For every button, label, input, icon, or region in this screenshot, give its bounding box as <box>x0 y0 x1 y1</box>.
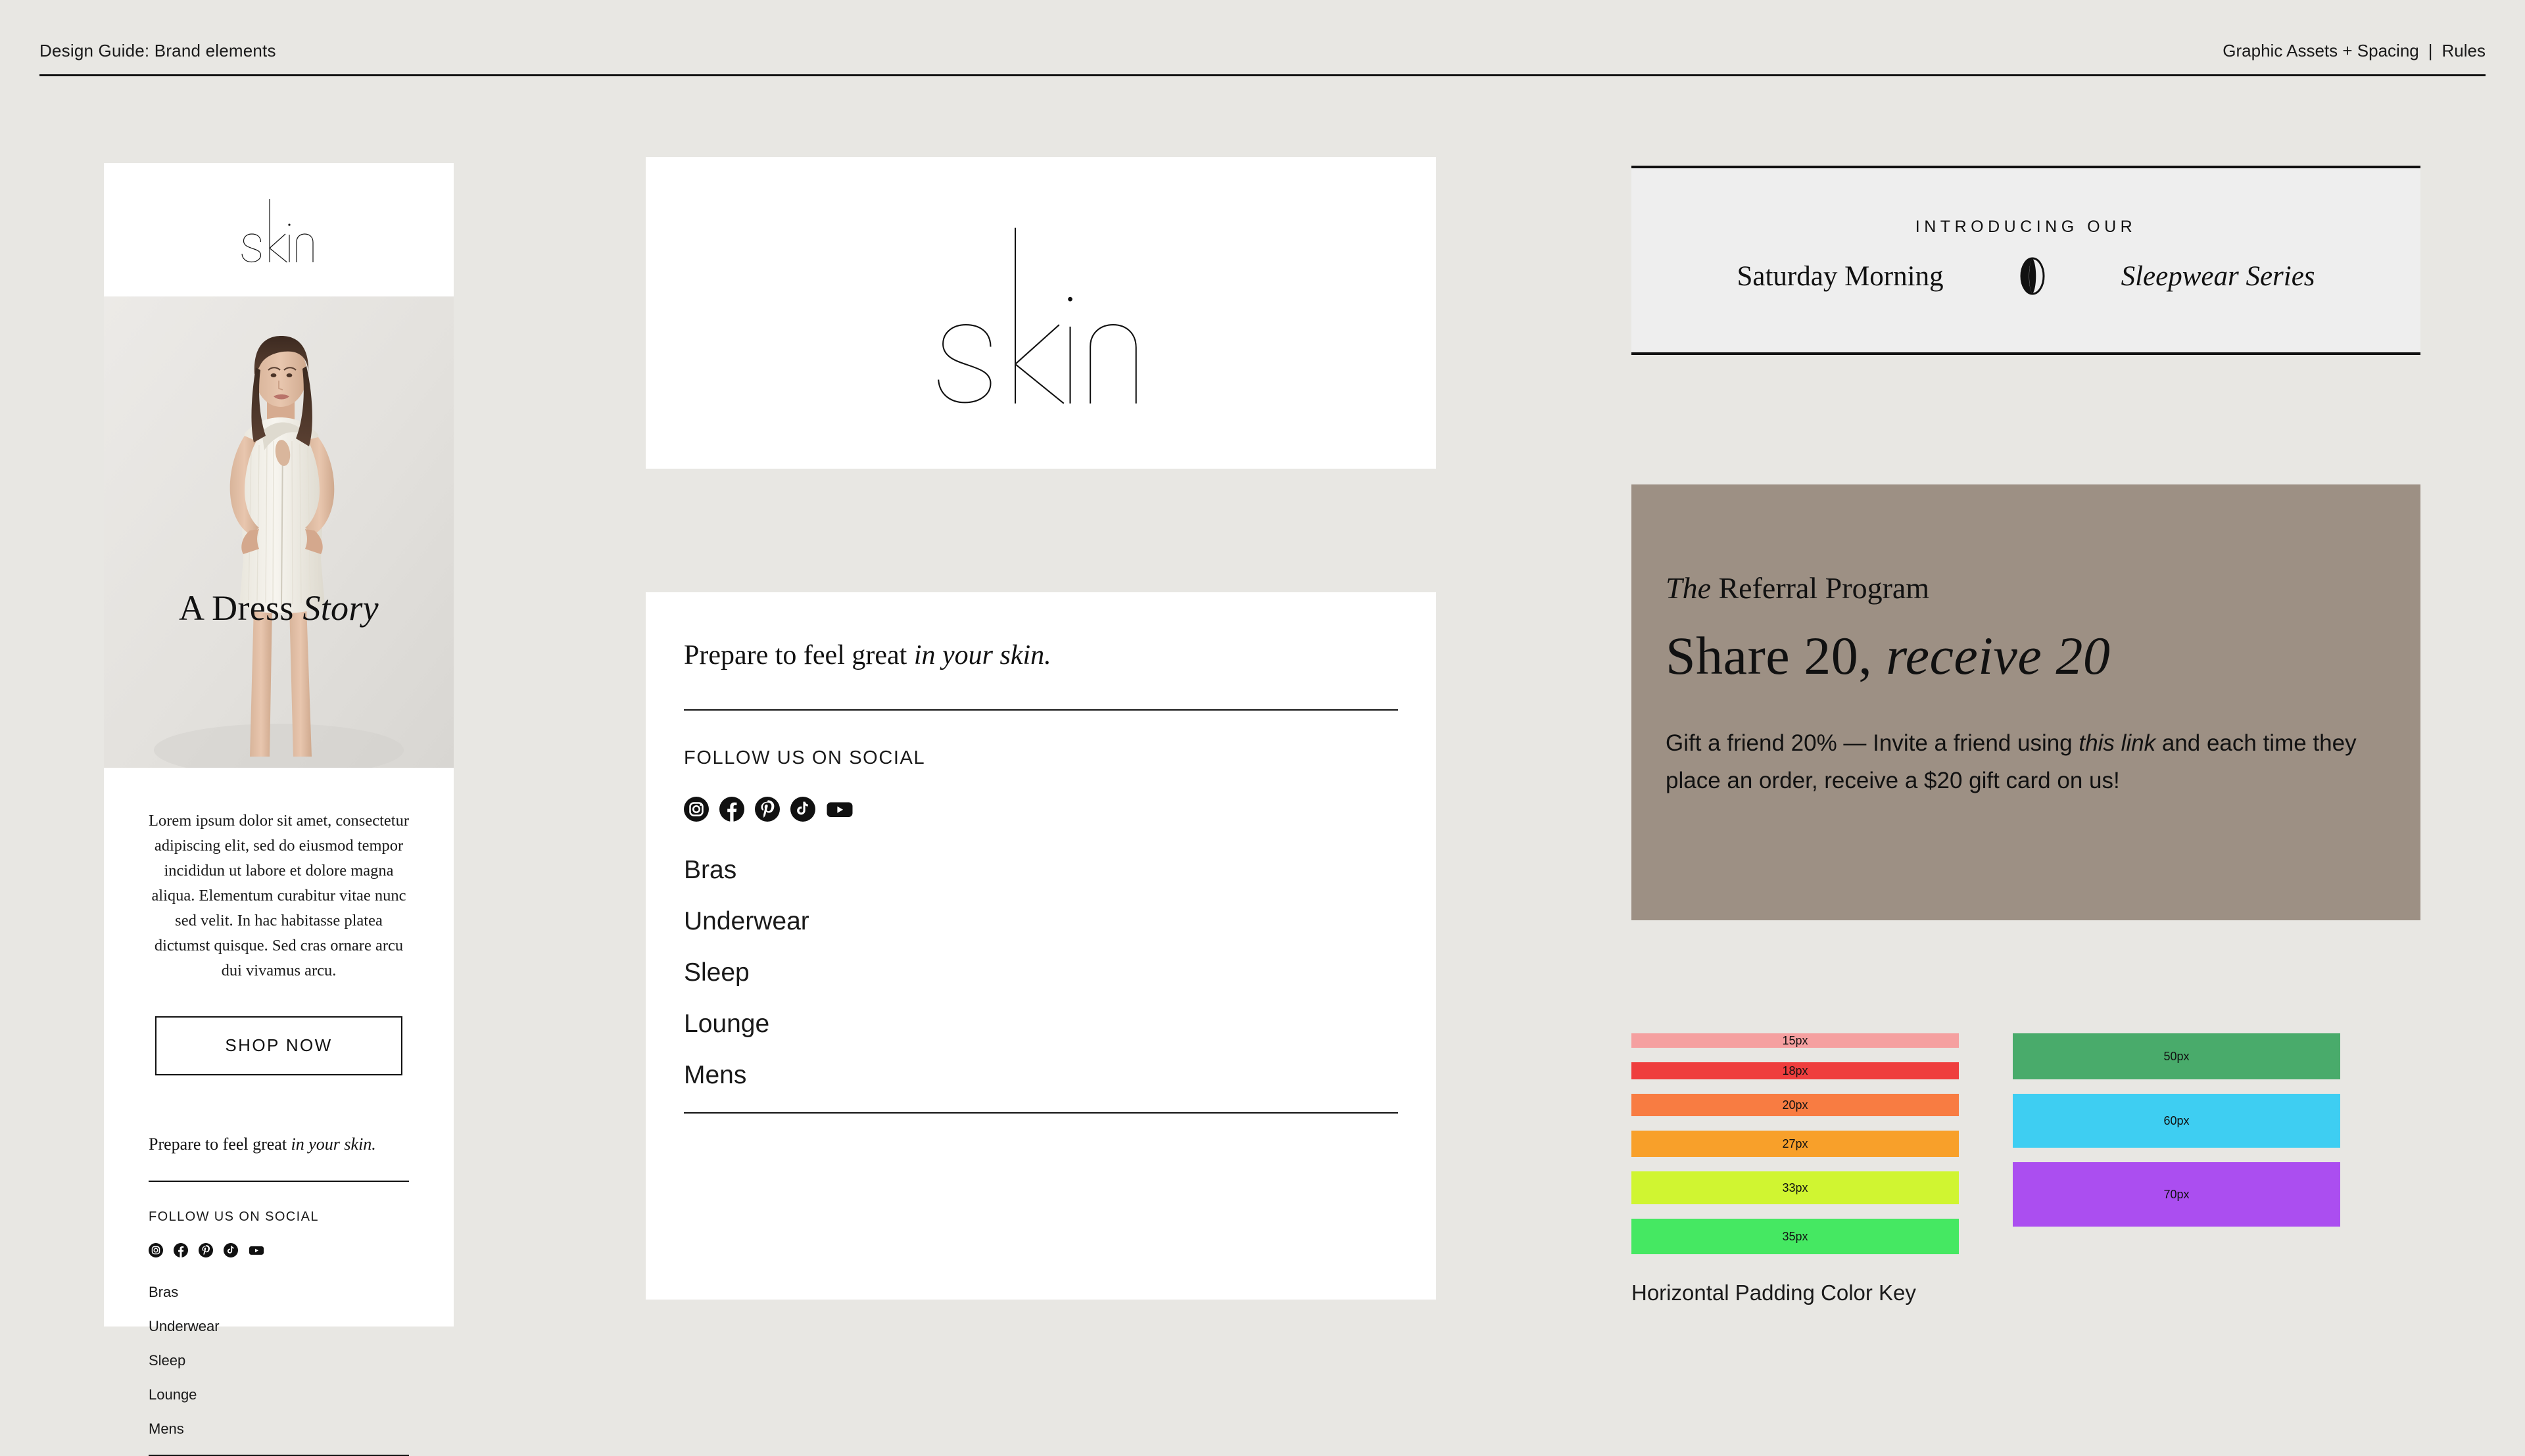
color-swatch-15px[interactable]: 15px <box>1631 1033 1959 1048</box>
email-divider-top <box>149 1180 409 1182</box>
color-swatch-35px[interactable]: 35px <box>1631 1219 1959 1254</box>
email-nav-item-sleep[interactable]: Sleep <box>149 1352 409 1369</box>
youtube-icon[interactable] <box>826 797 854 822</box>
horizontal-padding-color-key: 15px 18px 20px 27px 33px 35px 50px 60px … <box>1631 1033 2420 1305</box>
color-swatch-60px[interactable]: 60px <box>2013 1094 2340 1148</box>
youtube-icon[interactable] <box>249 1243 264 1257</box>
hero-caption-italic: Story <box>302 588 379 628</box>
components-social-links <box>684 797 1398 822</box>
email-tagline-plain: Prepare to feel great <box>149 1134 291 1154</box>
header-separator: | <box>2428 41 2433 60</box>
page-title: Design Guide: Brand elements <box>39 41 276 60</box>
logo-showcase-card <box>646 157 1436 469</box>
email-logo-area <box>104 163 454 296</box>
components-tagline-italic: in your skin. <box>913 640 1051 670</box>
announcement-row: Saturday Morning Sleepwear Series <box>1631 256 2420 296</box>
tiktok-icon[interactable] <box>790 797 815 822</box>
components-nav-item-underwear[interactable]: Underwear <box>684 907 1398 936</box>
instagram-icon[interactable] <box>684 797 709 822</box>
color-key-left-column: 15px 18px 20px 27px 33px 35px <box>1631 1033 1959 1254</box>
email-nav-item-bras[interactable]: Bras <box>149 1284 409 1301</box>
pinterest-icon[interactable] <box>755 797 780 822</box>
tiktok-icon[interactable] <box>224 1242 238 1257</box>
color-swatch-50px[interactable]: 50px <box>2013 1033 2340 1079</box>
skin-wordmark-dot <box>288 223 291 226</box>
page-header: Design Guide: Brand elements Graphic Ass… <box>39 41 2486 76</box>
color-key-caption: Horizontal Padding Color Key <box>1631 1280 1916 1305</box>
color-key-right-column: 50px 60px 70px <box>2013 1033 2340 1254</box>
hero-caption-plain: A Dress <box>179 588 303 628</box>
referral-headline-plain: Share 20, <box>1666 626 1887 686</box>
components-nav-item-bras[interactable]: Bras <box>684 856 1398 885</box>
components-card: Prepare to feel great in your skin. FOLL… <box>646 592 1436 1300</box>
referral-body-copy: Gift a friend 20% — Invite a friend usin… <box>1666 725 2361 799</box>
pinterest-icon[interactable] <box>199 1242 213 1257</box>
color-swatch-33px[interactable]: 33px <box>1631 1171 1959 1204</box>
components-tagline-plain: Prepare to feel great <box>684 640 914 670</box>
referral-eyebrow: The Referral Program <box>1666 571 2420 605</box>
components-nav-item-sleep[interactable]: Sleep <box>684 958 1398 987</box>
components-nav-list: Bras Underwear Sleep Lounge Mens <box>684 856 1398 1090</box>
email-nav-item-lounge[interactable]: Lounge <box>149 1386 409 1403</box>
components-nav-item-mens[interactable]: Mens <box>684 1061 1398 1090</box>
announcement-banner: INTRODUCING OUR Saturday Morning Sleepwe… <box>1631 166 2420 355</box>
email-body: Lorem ipsum dolor sit amet, consectetur … <box>104 768 454 1456</box>
referral-body-link[interactable]: this link <box>2079 730 2155 756</box>
email-tagline: Prepare to feel great in your skin. <box>149 1135 409 1154</box>
color-swatch-70px[interactable]: 70px <box>2013 1162 2340 1227</box>
email-nav-item-mens[interactable]: Mens <box>149 1421 409 1438</box>
email-hero-image: A Dress Story <box>104 296 454 768</box>
email-divider-bottom <box>149 1454 409 1456</box>
model-photograph <box>104 296 454 768</box>
header-right-group: Graphic Assets + Spacing | Rules <box>2223 41 2486 61</box>
email-nav-list: Bras Underwear Sleep Lounge Mens <box>149 1284 409 1438</box>
components-tagline: Prepare to feel great in your skin. <box>684 640 1398 671</box>
announcement-kicker: INTRODUCING OUR <box>1915 218 2137 236</box>
referral-headline: Share 20, receive 20 <box>1666 625 2420 687</box>
hero-caption: A Dress Story <box>104 588 454 628</box>
facebook-icon[interactable] <box>719 797 744 822</box>
components-nav-item-lounge[interactable]: Lounge <box>684 1010 1398 1039</box>
components-divider-top <box>684 709 1398 711</box>
email-template-card: A Dress Story Lorem ipsum dolor sit amet… <box>104 163 454 1456</box>
email-nav-item-underwear[interactable]: Underwear <box>149 1318 409 1335</box>
email-body-copy: Lorem ipsum dolor sit amet, consectetur … <box>149 812 409 979</box>
moon-icon <box>2020 257 2045 295</box>
components-social-label: FOLLOW US ON SOCIAL <box>684 747 926 768</box>
header-link-rules[interactable]: Rules <box>2442 41 2486 61</box>
skin-wordmark-large <box>938 227 1137 404</box>
components-divider-bottom <box>684 1112 1398 1114</box>
skin-wordmark-small <box>241 199 314 263</box>
referral-program-block: The Referral Program Share 20, receive 2… <box>1631 484 2420 920</box>
shop-now-button[interactable]: SHOP NOW <box>155 1016 402 1075</box>
color-swatch-18px[interactable]: 18px <box>1631 1062 1959 1079</box>
color-swatch-20px[interactable]: 20px <box>1631 1094 1959 1116</box>
referral-headline-italic: receive 20 <box>1886 626 2111 686</box>
header-link-graphic-assets[interactable]: Graphic Assets + Spacing <box>2223 41 2418 61</box>
skin-wordmark-dot-large <box>1068 296 1072 302</box>
referral-eyebrow-italic: The <box>1666 571 1711 605</box>
announcement-right-text: Sleepwear Series <box>2121 260 2315 292</box>
announcement-left-text: Saturday Morning <box>1737 260 1944 292</box>
referral-eyebrow-rest: Referral Program <box>1711 571 1930 605</box>
email-social-label: FOLLOW US ON SOCIAL <box>149 1209 319 1224</box>
facebook-icon[interactable] <box>174 1242 188 1257</box>
referral-body-part1: Gift a friend 20% — Invite a friend usin… <box>1666 730 2079 756</box>
instagram-icon[interactable] <box>149 1242 163 1257</box>
color-swatch-27px[interactable]: 27px <box>1631 1131 1959 1157</box>
email-social-links <box>149 1242 409 1257</box>
email-tagline-italic: in your skin. <box>291 1134 376 1154</box>
